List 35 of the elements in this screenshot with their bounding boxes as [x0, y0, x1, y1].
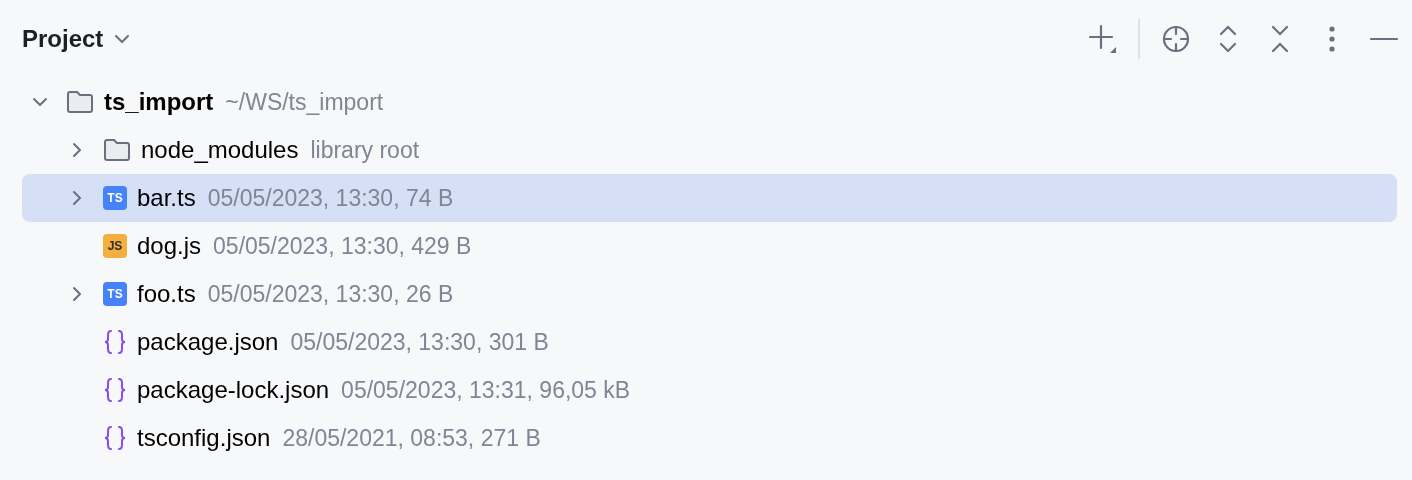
item-name: package-lock.json	[137, 376, 330, 404]
item-name: node_modules	[141, 136, 299, 164]
item-detail: ~/WS/ts_import	[225, 88, 384, 116]
item-detail: 05/05/2023, 13:31, 96,05 kB	[341, 376, 631, 404]
item-name: package.json	[137, 328, 279, 356]
item-name: tsconfig.json	[137, 424, 271, 452]
item-detail: 05/05/2023, 13:30, 429 B	[213, 232, 472, 260]
braces-icon	[103, 329, 127, 355]
item-name: foo.ts	[137, 280, 196, 308]
folder-icon	[66, 90, 94, 114]
item-detail: 05/05/2023, 13:30, 26 B	[207, 280, 454, 308]
locate-icon[interactable]	[1160, 23, 1192, 55]
folder-icon	[103, 138, 131, 162]
item-name: bar.ts	[137, 184, 196, 212]
tree-row[interactable]: TS bar.ts 05/05/2023, 13:30, 74 B	[22, 174, 1397, 222]
panel-title[interactable]: Project	[22, 25, 132, 53]
item-name: ts_import	[104, 88, 214, 116]
braces-icon	[103, 377, 127, 403]
add-icon[interactable]	[1086, 23, 1118, 55]
item-detail: library root	[310, 136, 420, 164]
tree-row[interactable]: package-lock.json 05/05/2023, 13:31, 96,05 kB	[22, 366, 1397, 414]
tree-row[interactable]: ts_import ~/WS/ts_import	[22, 78, 1397, 126]
tree-row[interactable]: package.json 05/05/2023, 13:30, 301 B	[22, 318, 1397, 366]
tree-row[interactable]: tsconfig.json 28/05/2021, 08:53, 271 B	[22, 414, 1397, 462]
item-detail: 05/05/2023, 13:30, 301 B	[290, 328, 549, 356]
typescript-file-icon: TS	[103, 282, 127, 306]
tree-row[interactable]: JS dog.js 05/05/2023, 13:30, 429 B	[22, 222, 1397, 270]
typescript-file-icon: TS	[103, 186, 127, 210]
braces-icon	[103, 425, 127, 451]
item-detail: 28/05/2021, 08:53, 271 B	[282, 424, 541, 452]
tree-row[interactable]: TS foo.ts 05/05/2023, 13:30, 26 B	[22, 270, 1397, 318]
javascript-file-icon: JS	[103, 234, 127, 258]
tree-row[interactable]: node_modules library root	[22, 126, 1397, 174]
item-name: dog.js	[137, 232, 202, 260]
item-detail: 05/05/2023, 13:30, 74 B	[207, 184, 454, 212]
